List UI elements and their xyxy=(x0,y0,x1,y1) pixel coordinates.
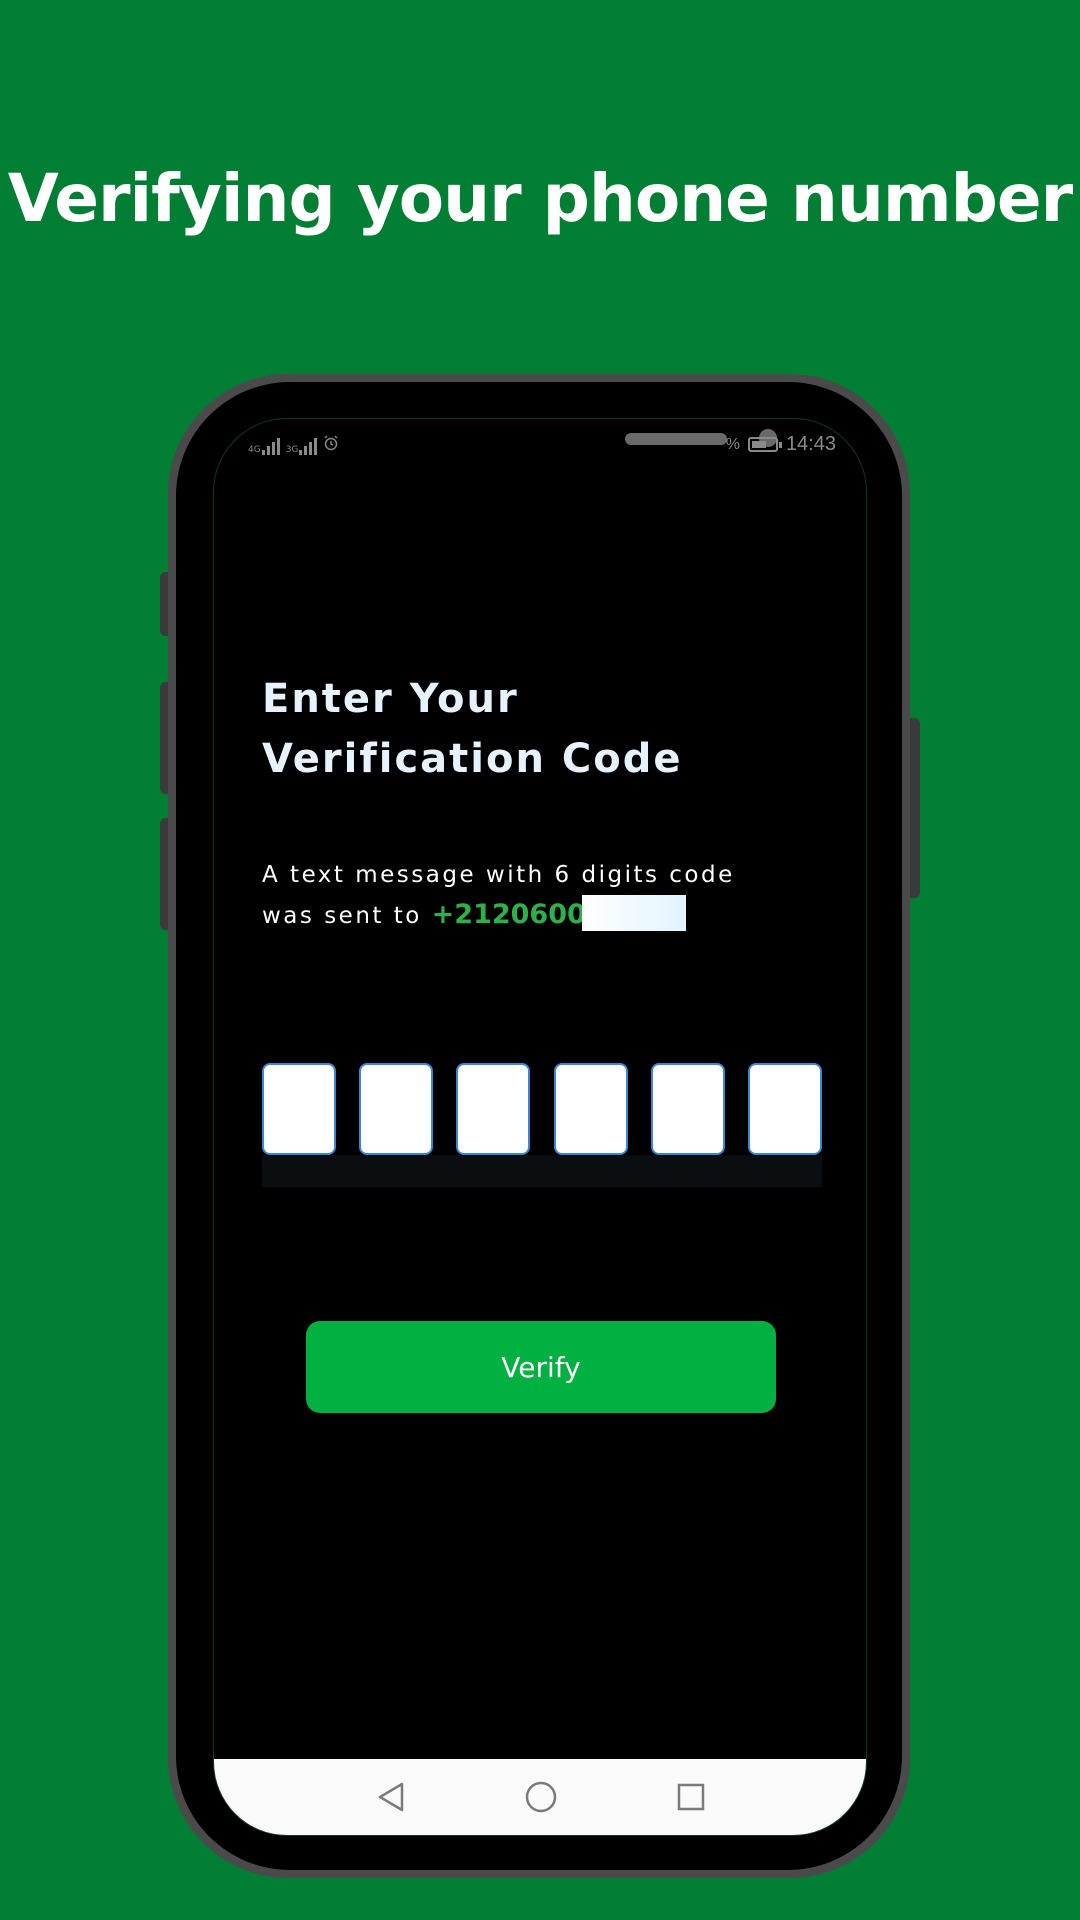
title-line-2: Verification Code xyxy=(262,736,683,782)
battery-percent: % xyxy=(725,435,740,453)
alarm-icon xyxy=(323,435,339,455)
phone-number-redaction xyxy=(581,895,686,931)
page-headline: Verifying your phone number xyxy=(7,160,1073,237)
otp-digit-5[interactable] xyxy=(650,1063,725,1155)
title-line-1: Enter Your xyxy=(262,676,519,722)
status-time: 14:43 xyxy=(785,433,836,455)
otp-underlay xyxy=(262,1155,822,1187)
phone-screen: 4G 3G % 14:43 Enter Your Verification Co… xyxy=(213,418,867,1836)
status-bar-left: 4G 3G xyxy=(248,435,339,455)
screen-notch xyxy=(354,419,777,471)
status-bar-right: % 14:43 xyxy=(726,433,836,456)
battery-charging-icon xyxy=(747,437,782,452)
network-3g-signal: 3G xyxy=(286,437,318,455)
network-4g-label: 4G xyxy=(248,445,261,455)
signal-icon xyxy=(299,437,318,455)
back-triangle-icon[interactable] xyxy=(371,1777,411,1817)
network-4g-signal: 4G xyxy=(248,437,280,455)
android-nav-bar xyxy=(214,1759,866,1835)
otp-input-row xyxy=(262,1063,822,1155)
subtitle-prefix: was sent to xyxy=(262,903,422,929)
subtitle-line-1: A text message with 6 digits code xyxy=(262,862,735,888)
phone-number: +2120600 xyxy=(431,899,586,930)
verification-subtitle: A text message with 6 digits code was se… xyxy=(262,855,822,936)
signal-icon xyxy=(261,437,280,455)
otp-digit-2[interactable] xyxy=(359,1063,434,1155)
recents-square-icon[interactable] xyxy=(671,1777,711,1817)
otp-digit-1[interactable] xyxy=(262,1063,336,1155)
otp-digit-3[interactable] xyxy=(456,1063,531,1155)
otp-digit-6[interactable] xyxy=(747,1063,822,1155)
verify-button[interactable]: Verify xyxy=(306,1321,776,1413)
home-circle-icon[interactable] xyxy=(521,1777,561,1817)
verification-title: Enter Your Verification Code xyxy=(262,669,682,789)
network-3g-label: 3G xyxy=(285,445,299,455)
earpiece-speaker xyxy=(625,433,727,445)
subtitle-line-2: was sent to +2120600 xyxy=(262,895,822,936)
otp-digit-4[interactable] xyxy=(553,1063,628,1155)
